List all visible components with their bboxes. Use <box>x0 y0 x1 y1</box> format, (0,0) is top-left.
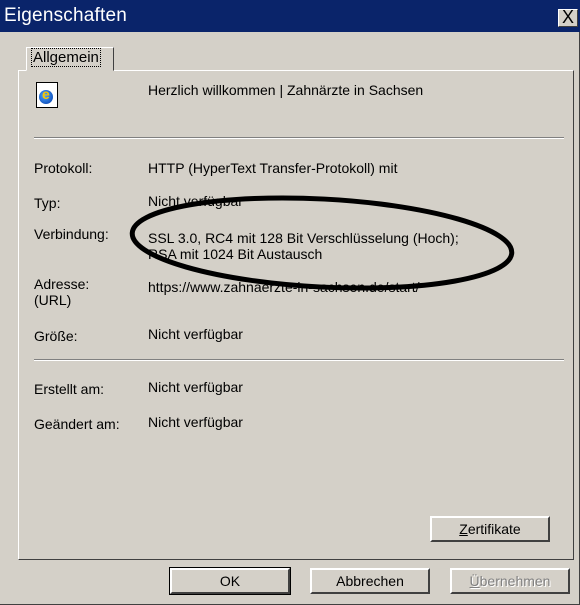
size-value: Nicht verfügbar <box>148 326 243 342</box>
separator <box>34 137 564 139</box>
separator <box>34 359 564 361</box>
connection-value-line2: RSA mit 1024 Bit Austausch <box>148 246 323 262</box>
address-label-url: (URL) <box>34 292 72 308</box>
modified-value: Nicht verfügbar <box>148 414 243 430</box>
type-value: Nicht verfügbar <box>148 193 243 209</box>
address-value: https://www.zahnaerzte-in-sachsen.de/sta… <box>148 279 420 295</box>
cancel-button[interactable]: Abbrechen <box>310 568 430 594</box>
protocol-label: Protokoll: <box>34 160 93 176</box>
modified-label: Geändert am: <box>34 416 120 432</box>
page-icon: e <box>36 82 58 108</box>
title-bar[interactable]: Eigenschaften X <box>0 0 580 32</box>
created-value: Nicht verfügbar <box>148 379 243 395</box>
size-label: Größe: <box>34 328 78 344</box>
connection-label: Verbindung: <box>34 226 109 242</box>
close-button[interactable]: X <box>558 7 578 27</box>
created-label: Erstellt am: <box>34 381 105 397</box>
properties-dialog: Eigenschaften X Allgemein e Herzlich wil… <box>0 0 580 605</box>
page-title: Herzlich willkommen | Zahnärzte in Sachs… <box>148 82 424 98</box>
type-label: Typ: <box>34 195 61 211</box>
address-label: Adresse: <box>34 276 90 292</box>
tab-label: Allgemein <box>31 48 101 67</box>
close-icon: X <box>561 7 574 27</box>
apply-button[interactable]: Übernehmen <box>450 568 570 594</box>
ok-button[interactable]: OK <box>169 567 291 595</box>
connection-value-line1: SSL 3.0, RC4 mit 128 Bit Verschlüsselung… <box>148 230 459 246</box>
window-title: Eigenschaften <box>4 5 128 26</box>
tab-panel <box>18 70 574 560</box>
certificates-button[interactable]: Zertifikate <box>430 516 550 542</box>
protocol-value: HTTP (HyperText Transfer-Protokoll) mit <box>148 160 398 176</box>
tab-allgemein[interactable]: Allgemein <box>26 47 114 71</box>
